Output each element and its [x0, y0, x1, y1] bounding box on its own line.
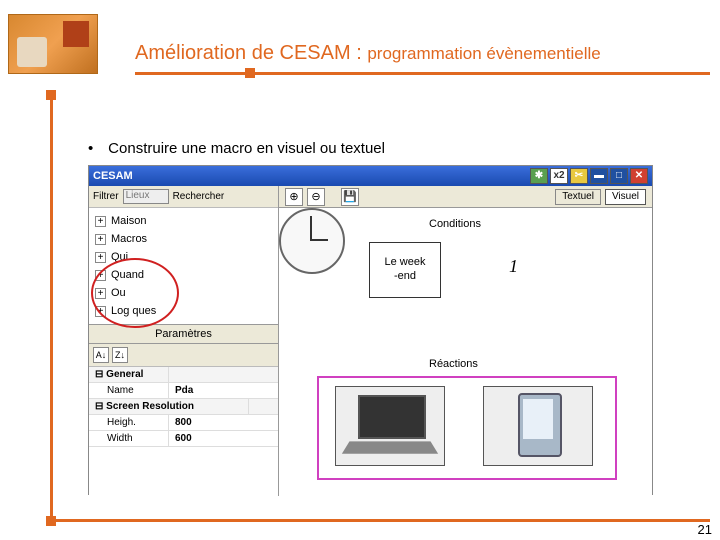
search-label[interactable]: Rechercher [173, 191, 225, 202]
save-icon[interactable]: 💾 [341, 188, 359, 206]
decorative-rule [46, 519, 710, 522]
titlebar-x2-button[interactable]: x2 [550, 168, 568, 184]
embedded-screenshot: CESAM ✱ x2 ✂ ▬ □ ✕ Filtrer Lieux Recherc… [88, 165, 653, 495]
canvas: Conditions Le week -end 1 Réactions [279, 208, 652, 494]
tree-label: Qui [111, 251, 128, 263]
clock-number: 1 [509, 256, 518, 277]
toolbar: ⊕ ⊖ 💾 Textuel Visuel [279, 186, 652, 208]
expand-icon[interactable]: + [95, 306, 106, 317]
sort-za-button[interactable]: Z↓ [112, 347, 128, 363]
weekend-line1: Le week [385, 256, 426, 268]
expand-icon[interactable]: + [95, 270, 106, 281]
title-main: Amélioration de CESAM : [135, 42, 362, 64]
weekend-line2: -end [394, 270, 416, 282]
expand-icon[interactable]: + [95, 288, 106, 299]
params-header: Paramètres [89, 324, 278, 344]
bullet-label: Construire une macro en visuel ou textue… [108, 140, 385, 157]
zoom-out-icon[interactable]: ⊖ [307, 188, 325, 206]
tree-item-macros[interactable]: + Macros [89, 230, 278, 248]
tree-item-logiques[interactable]: + Log ques [89, 302, 278, 320]
prop-height-value[interactable]: 800 [169, 415, 278, 430]
prop-group-screen: Screen Resolution [106, 401, 194, 412]
condition-clock-box[interactable] [279, 208, 345, 274]
titlebar-max-button[interactable]: □ [610, 168, 628, 184]
window-title: CESAM [93, 170, 530, 182]
tree-item-quand[interactable]: + Quand [89, 266, 278, 284]
expand-icon[interactable]: + [95, 216, 106, 227]
expand-icon[interactable]: + [95, 252, 106, 263]
prop-name-value[interactable]: Pda [169, 383, 278, 398]
zoom-in-icon[interactable]: ⊕ [285, 188, 303, 206]
filter-input[interactable]: Lieux [123, 189, 169, 204]
sort-az-button[interactable]: A↓ [93, 347, 109, 363]
reaction-laptop-box[interactable] [335, 386, 445, 466]
bullet-text: • Construire une macro en visuel ou text… [88, 140, 385, 157]
title-sub: programmation évènementielle [367, 44, 600, 63]
tree-item-ou[interactable]: + Ou [89, 284, 278, 302]
window-titlebar: CESAM ✱ x2 ✂ ▬ □ ✕ [89, 166, 652, 186]
page-number: 21 [698, 522, 712, 537]
decorative-vbar [50, 95, 53, 525]
filter-label: Filtrer [93, 191, 119, 202]
reactions-label: Réactions [429, 358, 478, 370]
mode-visuel-button[interactable]: Visuel [605, 189, 646, 205]
tree-item-maison[interactable]: + Maison [89, 212, 278, 230]
prop-group-general: General [106, 369, 143, 380]
prop-height-label: Heigh. [89, 415, 169, 430]
tree-label: Maison [111, 215, 146, 227]
prop-name-label: Name [89, 383, 169, 398]
reaction-pda-box[interactable] [483, 386, 593, 466]
titlebar-close-button[interactable]: ✕ [630, 168, 648, 184]
tree-label: Ou [111, 287, 126, 299]
mode-textuel-button[interactable]: Textuel [555, 189, 601, 205]
property-grid: ⊟ General NamePda ⊟ Screen Resolution He… [89, 367, 278, 447]
decorative-rule [135, 72, 710, 75]
bullet-icon: • [88, 140, 104, 157]
tree-label: Log ques [111, 305, 156, 317]
condition-weekend-box[interactable]: Le week -end [369, 242, 441, 298]
tree-item-qui[interactable]: + Qui [89, 248, 278, 266]
slide-title: Amélioration de CESAM : programmation év… [135, 42, 601, 65]
tree-label: Quand [111, 269, 144, 281]
prop-width-value[interactable]: 600 [169, 431, 278, 446]
left-pane: Filtrer Lieux Rechercher + Maison + Macros… [89, 186, 279, 496]
titlebar-cut-button[interactable]: ✂ [570, 168, 588, 184]
conditions-label: Conditions [429, 218, 481, 230]
titlebar-star-button[interactable]: ✱ [530, 168, 548, 184]
tree-view: + Maison + Macros + Qui + Quand + Ou + Log que… [89, 208, 278, 324]
tree-label: Macros [111, 233, 147, 245]
prop-width-label: Width [89, 431, 169, 446]
right-pane: ⊕ ⊖ 💾 Textuel Visuel Conditions Le week … [279, 186, 652, 496]
titlebar-min-button[interactable]: ▬ [590, 168, 608, 184]
logo-image [8, 14, 98, 74]
expand-icon[interactable]: + [95, 234, 106, 245]
